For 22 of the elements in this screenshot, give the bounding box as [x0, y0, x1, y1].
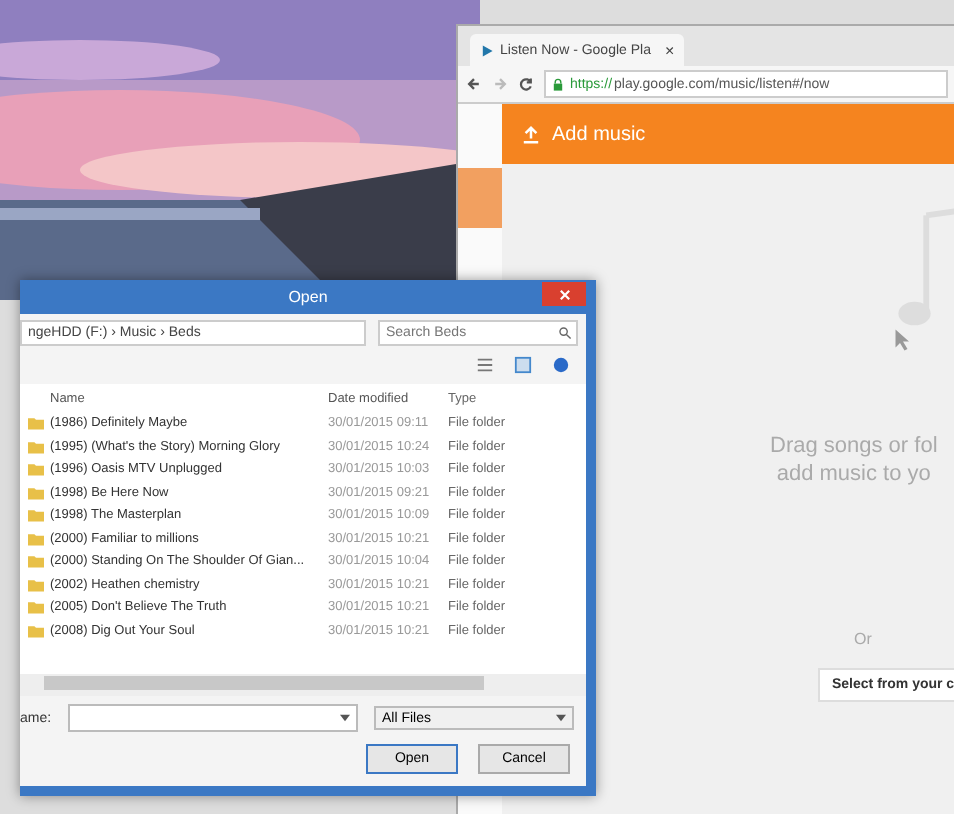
close-icon[interactable]: ×	[664, 41, 675, 59]
drop-hint: add music to yo	[776, 460, 931, 488]
file-name-field[interactable]	[67, 704, 358, 732]
drop-hint: Drag songs or fol	[770, 432, 938, 460]
header-title: Add music	[552, 123, 646, 145]
dialog-title: Open	[288, 288, 328, 306]
forward-icon[interactable]	[492, 76, 508, 92]
upload-icon[interactable]	[522, 125, 540, 143]
caret-icon	[340, 714, 350, 722]
or-label: Or	[854, 630, 872, 648]
back-icon[interactable]	[466, 76, 482, 92]
reload-icon[interactable]	[518, 76, 534, 92]
caret-icon	[556, 714, 566, 722]
view-icon[interactable]	[476, 356, 494, 374]
play-icon	[480, 43, 494, 57]
close-icon	[557, 287, 571, 301]
search-icon	[558, 326, 572, 340]
cursor-icon	[894, 328, 912, 352]
pane-icon[interactable]	[514, 356, 532, 374]
close-button[interactable]	[542, 282, 586, 306]
scroll-bar[interactable]	[20, 674, 586, 696]
lock-icon	[552, 77, 564, 91]
